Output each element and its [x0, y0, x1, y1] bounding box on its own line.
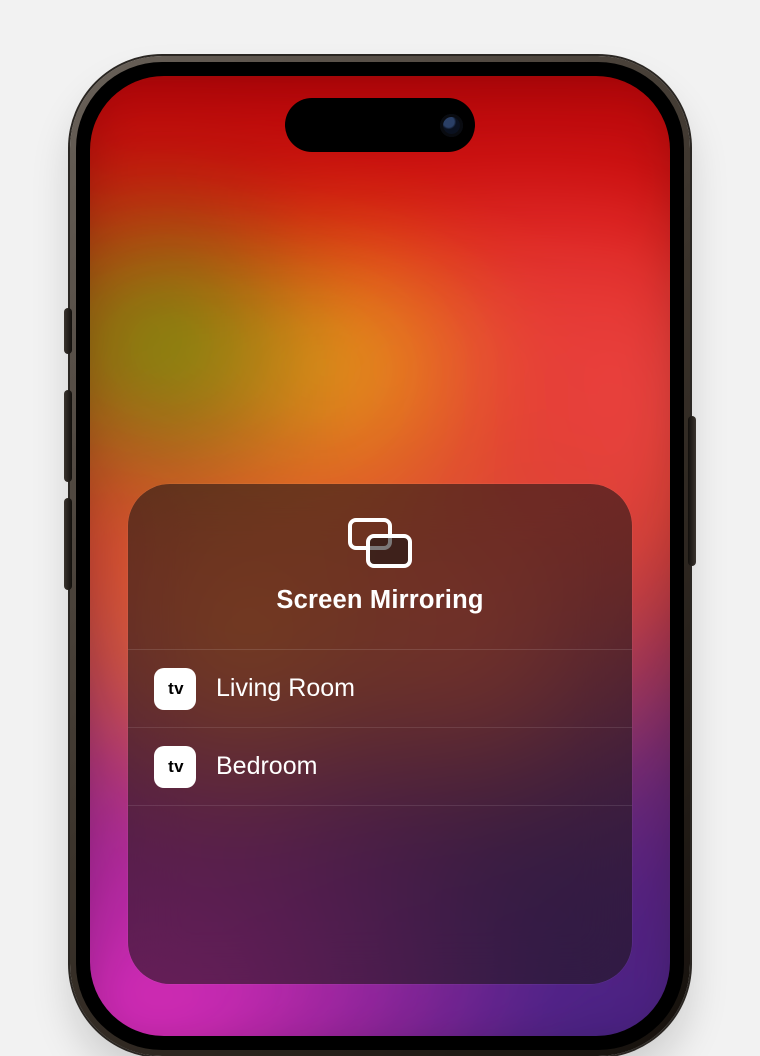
sheet-header: Screen Mirroring [128, 484, 632, 650]
iphone-frame: Screen Mirroring tv Living Room tv Bedro… [70, 56, 690, 1056]
iphone-bezel: Screen Mirroring tv Living Room tv Bedro… [76, 62, 684, 1050]
screen-mirroring-sheet: Screen Mirroring tv Living Room tv Bedro… [128, 484, 632, 984]
screen-mirroring-icon [348, 518, 412, 568]
device-row-living-room[interactable]: tv Living Room [128, 650, 632, 728]
device-label: Living Room [216, 674, 355, 703]
volume-up-button[interactable] [64, 390, 72, 482]
front-camera [440, 114, 463, 137]
volume-down-button[interactable] [64, 498, 72, 590]
silence-switch[interactable] [64, 308, 72, 354]
dynamic-island [285, 98, 475, 152]
apple-tv-icon: tv [154, 746, 196, 788]
sheet-title: Screen Mirroring [276, 586, 483, 615]
screen: Screen Mirroring tv Living Room tv Bedro… [90, 76, 670, 1036]
side-button[interactable] [688, 416, 696, 566]
device-row-bedroom[interactable]: tv Bedroom [128, 728, 632, 806]
device-label: Bedroom [216, 752, 317, 781]
apple-tv-icon: tv [154, 668, 196, 710]
